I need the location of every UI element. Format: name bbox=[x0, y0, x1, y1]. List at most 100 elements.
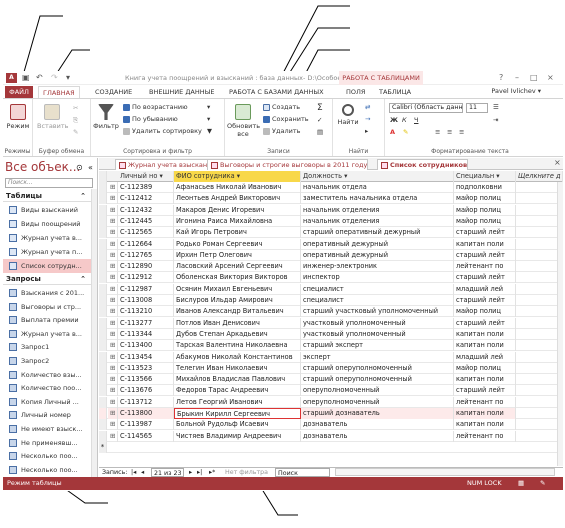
totals-icon[interactable]: Σ bbox=[317, 103, 323, 113]
font-name-select[interactable]: Calibri (Область данны bbox=[389, 103, 463, 113]
minimize-button[interactable]: – bbox=[515, 73, 519, 82]
expand-icon[interactable]: ⊞ bbox=[108, 374, 118, 386]
cell-id[interactable]: С-113987 bbox=[118, 419, 174, 431]
cell-rank[interactable]: капитан поли bbox=[454, 419, 516, 431]
cell-rank[interactable]: младший лей bbox=[454, 283, 516, 295]
nav-query-item[interactable]: Взыскания с 201... bbox=[3, 286, 91, 300]
expand-icon[interactable]: ⊞ bbox=[108, 261, 118, 273]
expand-icon[interactable]: ⊞ bbox=[108, 249, 118, 261]
cell-id[interactable]: С-112664 bbox=[118, 238, 174, 250]
row-selector[interactable] bbox=[99, 261, 107, 273]
column-header-position[interactable]: Должность ▾ bbox=[301, 171, 454, 182]
row-selector[interactable] bbox=[99, 374, 107, 386]
user-name[interactable]: Pavel Ivlichev ▾ bbox=[491, 87, 541, 95]
cell-rank[interactable]: капитан поли bbox=[454, 328, 516, 340]
refresh-all-button[interactable]: Обновить все bbox=[227, 104, 260, 138]
help-icon[interactable]: ? bbox=[499, 73, 503, 82]
cell-position[interactable]: оперуполномоченный bbox=[301, 385, 454, 397]
cell-rank[interactable]: майор полиц bbox=[454, 306, 516, 318]
cell-rank[interactable]: младший лей bbox=[454, 351, 516, 363]
horizontal-scrollbar[interactable] bbox=[335, 468, 555, 476]
tab-table[interactable]: ТАБЛИЦА bbox=[379, 86, 411, 98]
new-record-nav-icon[interactable]: ▸* bbox=[209, 468, 215, 477]
nav-table-item[interactable]: Журнал учета п... bbox=[3, 245, 91, 259]
nav-collapse-icon[interactable]: « bbox=[88, 163, 93, 172]
row-selector[interactable] bbox=[99, 193, 107, 205]
row-selector[interactable] bbox=[99, 362, 107, 374]
cell-name[interactable]: Ласовский Арсений Сергеевич bbox=[174, 261, 301, 273]
row-selector[interactable] bbox=[99, 419, 107, 431]
customize-qat-icon[interactable]: ▾ bbox=[66, 73, 70, 82]
table-row[interactable]: ⊞ С-113712 Летов Георгий Иванович оперуполн… bbox=[99, 396, 563, 408]
no-filter-indicator[interactable]: Нет фильтра bbox=[225, 468, 268, 477]
row-selector[interactable] bbox=[99, 283, 107, 295]
expand-icon[interactable]: ⊞ bbox=[108, 193, 118, 205]
cell-id[interactable]: С-112412 bbox=[118, 193, 174, 205]
advanced-filter-icon[interactable]: ▾ bbox=[207, 115, 210, 123]
table-row[interactable]: ⊞ С-112445 Игонина Раиса Михайловна начальн… bbox=[99, 215, 563, 227]
expand-icon[interactable]: ⊞ bbox=[108, 317, 118, 329]
cell-position[interactable]: начальник отделения bbox=[301, 215, 454, 227]
copy-icon[interactable]: ⎘ bbox=[73, 116, 78, 125]
cell-position[interactable]: старший дознаватель bbox=[301, 408, 454, 419]
nav-query-item[interactable]: Выплата премии bbox=[3, 313, 91, 327]
cell-id[interactable]: С-112890 bbox=[118, 261, 174, 273]
cell-name[interactable]: Тарская Валентина Николаевна bbox=[174, 340, 301, 352]
cell-position[interactable]: оперативный дежурный bbox=[301, 238, 454, 250]
cell-rank[interactable]: старший лейт bbox=[454, 272, 516, 284]
cell-name[interactable]: Леонтьев Андрей Викторович bbox=[174, 193, 301, 205]
cell-position[interactable]: специалист bbox=[301, 283, 454, 295]
format-painter-icon[interactable]: ✎ bbox=[73, 128, 78, 136]
table-row[interactable]: ⊞ С-114565 Чистяев Владимир Андреевич дозна… bbox=[99, 430, 563, 442]
align-left-icon[interactable]: ≡ bbox=[435, 128, 440, 136]
design-view-icon[interactable]: ✎ bbox=[540, 477, 545, 490]
goto-icon[interactable]: → bbox=[365, 115, 370, 123]
sort-ascending-button[interactable]: По возрастанию bbox=[123, 103, 188, 111]
row-selector[interactable] bbox=[99, 430, 107, 442]
row-selector[interactable] bbox=[99, 227, 107, 239]
expand-icon[interactable]: ⊞ bbox=[108, 351, 118, 363]
indent-icon[interactable]: ⇥ bbox=[493, 116, 498, 124]
font-size-select[interactable]: 11 bbox=[466, 103, 488, 113]
paste-button[interactable]: Вставить bbox=[37, 104, 68, 130]
table-row[interactable]: ⊞ С-112432 Макаров Денис Игоревич начальник… bbox=[99, 204, 563, 216]
table-row[interactable]: ⊞ С-112765 Ирхин Петр Олегович оперативный … bbox=[99, 249, 563, 261]
cell-position[interactable]: инженер-электроник bbox=[301, 261, 454, 273]
expand-icon[interactable]: ⊞ bbox=[108, 227, 118, 239]
cell-name[interactable]: Потлов Иван Денисович bbox=[174, 317, 301, 329]
cut-icon[interactable]: ✂ bbox=[73, 104, 78, 112]
cell-position[interactable]: старший участковый уполномоченный bbox=[301, 306, 454, 318]
row-selector[interactable] bbox=[99, 295, 107, 306]
nav-table-item[interactable]: Список сотрудн... bbox=[3, 259, 91, 273]
underline-button[interactable]: Ч bbox=[414, 116, 418, 124]
tab-home[interactable]: ГЛАВНАЯ bbox=[38, 86, 80, 98]
cell-name[interactable]: Родько Роман Сергеевич bbox=[174, 238, 301, 250]
nav-search-input[interactable]: Поиск... bbox=[5, 178, 93, 188]
cell-name[interactable]: Брыкин Кирилл Сергеевич bbox=[174, 408, 301, 419]
nav-query-item[interactable]: Журнал учета в... bbox=[3, 327, 91, 341]
cell-position[interactable]: оперуполномоченный bbox=[301, 396, 454, 408]
nav-scrollbar[interactable] bbox=[91, 189, 97, 477]
cell-position[interactable]: начальник отдела bbox=[301, 182, 454, 193]
prev-record-icon[interactable]: ◂ bbox=[141, 468, 144, 477]
cell-rank[interactable]: майор полиц bbox=[454, 215, 516, 227]
table-row[interactable]: ⊞ С-113210 Иванов Александр Витальевич стар… bbox=[99, 306, 563, 318]
cell-id[interactable]: С-112432 bbox=[118, 204, 174, 216]
expand-icon[interactable]: ⊞ bbox=[108, 283, 118, 295]
cell-name[interactable]: Телегин Иван Николаевич bbox=[174, 362, 301, 374]
expand-icon[interactable]: ⊞ bbox=[108, 272, 118, 284]
bold-button[interactable]: Ж bbox=[390, 116, 398, 124]
table-row[interactable]: ⊞ С-112987 Осянин Михаил Евгеньевич специал… bbox=[99, 283, 563, 295]
cell-rank[interactable]: майор полиц bbox=[454, 193, 516, 205]
cell-id[interactable]: С-112389 bbox=[118, 182, 174, 193]
cell-id[interactable]: С-112565 bbox=[118, 227, 174, 239]
cell-position[interactable]: оперативный дежурный bbox=[301, 249, 454, 261]
cell-position[interactable]: старший оперуполномоченный bbox=[301, 362, 454, 374]
cell-name[interactable]: Больной Рудольф Исаевич bbox=[174, 419, 301, 431]
cell-name[interactable]: Макаров Денис Игоревич bbox=[174, 204, 301, 216]
save-icon[interactable]: ▣ bbox=[22, 73, 30, 82]
cell-name[interactable]: Чистяев Владимир Андреевич bbox=[174, 430, 301, 442]
row-selector[interactable] bbox=[99, 249, 107, 261]
expand-icon[interactable]: ⊞ bbox=[108, 215, 118, 227]
next-record-icon[interactable]: ▸ bbox=[189, 468, 192, 477]
